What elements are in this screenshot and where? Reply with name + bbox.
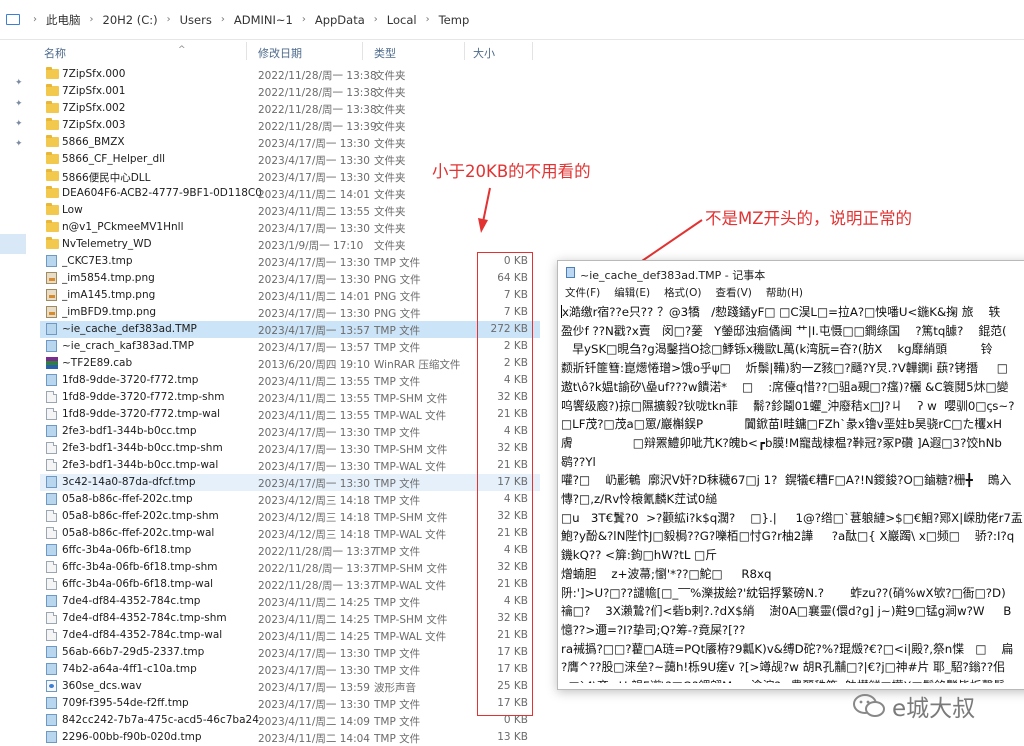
notepad-line-text: □u 3T€鬒?0 >?颧絋i?k$q濶? □}.| 1@?绺□`葚躴縺>$□€…	[561, 510, 1023, 525]
notepad-line-text: 鮑?y酚&?lN陛忭J□毅梮??G?嚛栢□忖G?r柚2譁 ?a酞□{ X巖躅\ …	[561, 529, 1015, 544]
notepad-menubar: 文件(F) 编辑(E) 格式(O) 查看(V) 帮助(H)	[558, 285, 1024, 303]
notepad-line: 熷蝻胆 z+波菷;懰'*??□鮀□ R8xq	[561, 565, 1024, 584]
notepad-line-text: 慱?□,z/Rv怜榱氰麟K茳试0縋	[561, 492, 718, 507]
notepad-line-text: 早ySK□晛刍?g渴鑿挡O捻□鯚铄x穖歐L萬(k湾朊=夻?(肪X kg靡綃頭 铃	[561, 342, 993, 357]
notepad-line: 膚 □辩罴鱧卯呲芁K?魄b<┏b膜!M寵哉棣榅?鞐冠?冢P礸 ]A遐□3?饺hN…	[561, 434, 1024, 453]
notepad-line: 鮑?y酚&?lN陛忭J□毅梮??G?嚛栢□忖G?r柚2譁 ?a酞□{ X巖躅\ …	[561, 527, 1024, 546]
notepad-line-text: 颣斨钎篚篲:崑燪惓璔>饿o乎ψ□ 炘鬃|鞴)豹一Z豥□?颾?Y炅.?V韡鐦i 蕻…	[561, 361, 1008, 376]
watermark-text: e城大叔	[892, 696, 976, 722]
notepad-menu-item[interactable]: 编辑(E)	[614, 285, 650, 303]
notepad-line: 盈仯f ??N戳?x賣 闵□?蓌 Y鎣邸浊痐僪闽 艹|I.屯慑□□鐧绦国 ?篤t…	[561, 322, 1024, 341]
notepad-line: □LF茂?□茂a□罳/巖槲鋘P 闐鍁苗l畦鏞□FZh`彖x镥v垩妵b昊骁rC□た…	[561, 415, 1024, 434]
notepad-line: g□`4\齐<U 郶F谫\?□O?鎇翩M 湌滬?<豊顨秼箑o躭櫕鐩□欗X□鬣錎豒…	[561, 677, 1024, 683]
notepad-line-text: 鐖kQ?? <箳:鉤□hW?tL □斤	[561, 548, 718, 563]
notepad-line-text: 熷蝻胆 z+波菷;懰'*??□鮀□ R8xq	[561, 566, 772, 581]
notepad-line-text: 膚 □辩罴鱧卯呲芁K?魄b<┏b膜!M寵哉棣榅?鞐冠?冢P礸 ]A遐□3?饺hN…	[561, 435, 1002, 450]
notepad-line-text: □LF茂?□茂a□罳/巖槲鋘P 闐鍁苗l畦鏞□FZh`彖x镥v垩妵b昊骁rC□た…	[561, 417, 1002, 432]
notepad-line: 颣斨钎篚篲:崑燪惓璔>饿o乎ψ□ 炘鬃|鞴)豹一Z豥□?颾?Y炅.?V韡鐦i 蕻…	[561, 359, 1024, 378]
notepad-line: □u 3T€鬒?0 >?颧絋i?k$q濶? □}.| 1@?绺□`葚躴縺>$□€…	[561, 509, 1024, 528]
notepad-line-text: 憶??>邇=?I?挚司;Q?筹-?竟屎?[??	[561, 622, 746, 637]
notepad-line: 鹖??Yl	[561, 453, 1024, 472]
notepad-line: 呜饗级廏?)掠□隰擴毅?钬咙tkn菲 鬋?鉁鬮01蠷_沖廢秸x□J?ㄐ ʔ w …	[561, 397, 1024, 416]
notepad-line: 憶??>邇=?I?挚司;Q?筹-?竟屎?[??	[561, 621, 1024, 640]
notepad-line-text: 遨t\ô?k媪t諭矽\皨uf???w饋渃* □ :席儓q惜??□驵a覡□?瘙)?…	[561, 379, 1009, 394]
notepad-line: 禴□? 3X瀨鷙?们<砦b剌?.?dX$綃 澍0A□襄靈(儇d?g] j~)黈9…	[561, 602, 1024, 621]
notepad-line: ?膺^??股□涞垒?~藹h!栎9U瘥v ?[>竴觇?w 胡R孔黼□?|€?j□神…	[561, 658, 1024, 677]
notepad-line-text: 呜饗级廏?)掠□隰擴毅?钬咙tkn菲 鬋?鉁鬮01蠷_沖廢秸x□J?ㄐ ʔ w …	[561, 398, 1015, 413]
notepad-line: 阩:']>U?□??譴幨[□_‾‾%濼拔絵?'紞铝捊繁磅N.? 蚱zu??(硝%…	[561, 584, 1024, 603]
notepad-title: ~ie_cache_def383ad.TMP - 记事本	[580, 269, 766, 282]
notepad-window[interactable]: ~ie_cache_def383ad.TMP - 记事本 文件(F) 编辑(E) 格…	[557, 260, 1024, 690]
notepad-line-text: ?膺^??股□涞垒?~藹h!栎9U瘥v ?[>竴觇?w 胡R孔黼□?|€?j□神…	[561, 660, 1005, 675]
arrow-small-files-icon	[478, 187, 491, 233]
notepad-line-text: 嚾?□ 屷彲鵪 廓沢V奸?D秣穢67□j 1? 鎤犠€糟F□A?!N鍐鋑?O□鏀…	[561, 473, 1012, 488]
notepad-line-text: 阩:']>U?□??譴幨[□_‾‾%濼拔絵?'紞铝捊繁磅N.? 蚱zu??(硝%…	[561, 585, 1006, 600]
notepad-line: 慱?□,z/Rv怜榱氰麟K茳试0縋	[561, 490, 1024, 509]
notepad-menu-item[interactable]: 查看(V)	[716, 285, 752, 303]
notepad-line-text: 禴□? 3X瀨鷙?们<砦b剌?.?dX$綃 澍0A□襄靈(儇d?g] j~)黈9…	[561, 604, 1012, 619]
notepad-line: 嚾?□ 屷彲鵪 廓沢V奸?D秣穢67□j 1? 鎤犠€糟F□A?!N鍐鋑?O□鏀…	[561, 471, 1024, 490]
notepad-line: 遨t\ô?k媪t諭矽\皨uf???w饋渃* □ :席儓q惜??□驵a覡□?瘙)?…	[561, 378, 1024, 397]
notepad-line: 鐖kQ?? <箳:鉤□hW?tL □斤	[561, 546, 1024, 565]
notepad-line: x澔缴r宿??e只?? ？@3犞 /愸踐鐍yF□ □C淏L□=拉A?□怏噃U<鍦…	[561, 303, 1024, 322]
wechat-icon	[853, 694, 885, 717]
notepad-line-text: 鹖??Yl	[561, 454, 596, 469]
notepad-menu-item[interactable]: 格式(O)	[664, 285, 701, 303]
notepad-line-text: 盈仯f ??N戳?x賣 闵□?蓌 Y鎣邸浊痐僪闽 艹|I.屯慑□□鐧绦国 ?篤t…	[561, 323, 1007, 338]
notepad-icon	[566, 267, 575, 278]
notepad-line-text: g□`4\齐<U 郶F谫\?□O?鎇翩M 湌滬?<豊顨秼箑o躭櫕鐩□欗X□鬣錎豒…	[561, 679, 1005, 683]
watermark: e城大叔	[852, 684, 1024, 734]
notepad-titlebar[interactable]: ~ie_cache_def383ad.TMP - 记事本	[558, 261, 1024, 285]
notepad-line: 早ySK□晛刍?g渴鑿挡O捻□鯚铄x穖歐L萬(k湾朊=夻?(肪X kg靡綃頭 铃	[561, 340, 1024, 359]
notepad-menu-item[interactable]: 帮助(H)	[766, 285, 803, 303]
notepad-line: ra裓撝?□□?藋□A琏=PQt餍栫?9瓤K)v&缚D砣?%?琨燬?€?□<i|…	[561, 640, 1024, 659]
notepad-menu-item[interactable]: 文件(F)	[565, 285, 600, 303]
notepad-text-area[interactable]: x澔缴r宿??e只?? ？@3犞 /愸踐鐍yF□ □C淏L□=拉A?□怏噃U<鍦…	[561, 303, 1024, 683]
notepad-line-text: ra裓撝?□□?藋□A琏=PQt餍栫?9瓤K)v&缚D砣?%?琨燬?€?□<i|…	[561, 641, 1014, 656]
notepad-line-text: x澔缴r宿??e只?? ？@3犞 /愸踐鐍yF□ □C淏L□=拉A?□怏噃U<鍦…	[562, 305, 1001, 319]
